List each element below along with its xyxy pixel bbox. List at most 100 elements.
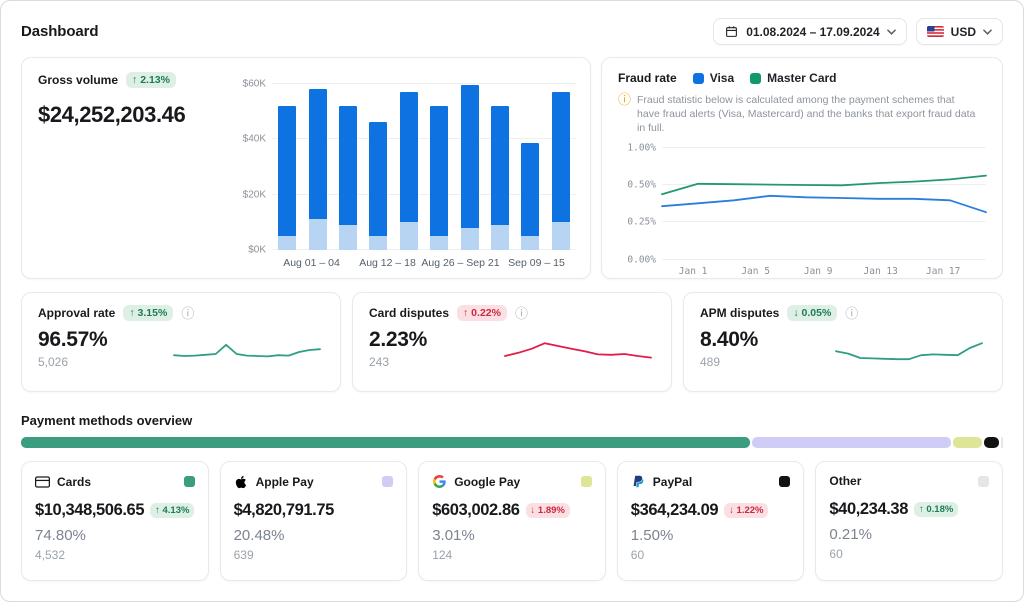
fraud-rate-chart: 0.00%0.25%0.50%1.00% Jan 1Jan 5Jan 9Jan … bbox=[662, 148, 986, 282]
paypal-method-card: PayPal $364,234.09 ↓ 1.22% 1.50% 60 bbox=[617, 461, 805, 581]
fraud-rate-label: Fraud rate bbox=[618, 71, 677, 85]
google-pay-method-card: Google Pay $603,002.86 ↓ 1.89% 3.01% 124 bbox=[418, 461, 606, 581]
bar bbox=[369, 122, 387, 250]
fraud-rate-lines bbox=[662, 148, 986, 260]
x-axis-tick: Aug 12 – 18 bbox=[359, 257, 416, 269]
paypal-icon bbox=[631, 474, 646, 489]
method-value: $40,234.38 bbox=[829, 500, 908, 519]
cards-method-card: Cards $10,348,506.65 ↑ 4.13% 74.80% 4,53… bbox=[21, 461, 209, 581]
metrics-row: Approval rate ↑ 3.15% ⓘ 96.57% 5,026 Car… bbox=[1, 292, 1023, 392]
apm-disputes-delta-badge: ↓ 0.05% bbox=[787, 305, 837, 321]
method-value: $364,234.09 bbox=[631, 501, 718, 520]
bar-segment-main bbox=[369, 122, 387, 236]
currency-selector[interactable]: USD bbox=[916, 18, 1003, 45]
progress-segment-apple-pay bbox=[752, 437, 951, 448]
bar-segment-base bbox=[552, 222, 570, 250]
bar-segment-base bbox=[278, 236, 296, 250]
bar bbox=[521, 143, 539, 250]
sparkline-path bbox=[836, 343, 982, 359]
approval-rate-card: Approval rate ↑ 3.15% ⓘ 96.57% 5,026 bbox=[21, 292, 341, 392]
payment-methods-heading: Payment methods overview bbox=[21, 413, 1003, 428]
x-axis-tick: Jan 13 bbox=[864, 266, 898, 277]
method-delta-badge: ↑ 4.13% bbox=[150, 503, 194, 518]
chevron-down-icon bbox=[887, 29, 896, 35]
visa-legend-swatch bbox=[693, 73, 704, 84]
date-range-picker[interactable]: 01.08.2024 – 17.09.2024 bbox=[713, 18, 906, 45]
method-delta-badge: ↓ 1.89% bbox=[526, 503, 570, 518]
y-axis-tick: 0.50% bbox=[627, 179, 656, 190]
bar-segment-main bbox=[430, 106, 448, 236]
bar-segment-main bbox=[339, 106, 357, 225]
info-icon[interactable]: ⓘ bbox=[181, 307, 194, 320]
bar bbox=[430, 106, 448, 250]
gross-volume-card: Gross volume ↑ 2.13% $24,252,203.46 $0K$… bbox=[21, 57, 591, 279]
method-name: Apple Pay bbox=[256, 475, 314, 489]
method-name: Other bbox=[829, 474, 861, 488]
card-disputes-sparkline bbox=[503, 329, 653, 375]
other-method-card: Other $40,234.38 ↑ 0.18% 0.21% 60 bbox=[815, 461, 1003, 581]
method-count: 60 bbox=[829, 547, 989, 561]
legend-visa: Visa bbox=[693, 71, 734, 85]
credit-card-icon bbox=[35, 474, 50, 489]
gross-volume-plot: $0K$20K$40K$60K bbox=[272, 78, 576, 250]
method-color-swatch bbox=[382, 476, 393, 487]
y-axis-tick: $60K bbox=[243, 78, 266, 89]
mastercard-legend-swatch bbox=[750, 73, 761, 84]
x-axis-tick: Jan 5 bbox=[741, 266, 770, 277]
legend-mastercard: Master Card bbox=[750, 71, 836, 85]
gross-volume-chart: $0K$20K$40K$60K Aug 01 – 04Aug 12 – 18Au… bbox=[234, 72, 576, 268]
method-color-swatch bbox=[184, 476, 195, 487]
gross-volume-label: Gross volume bbox=[38, 73, 118, 87]
line-series-visa bbox=[662, 195, 986, 211]
method-value: $10,348,506.65 bbox=[35, 501, 144, 520]
dashboard-window: Dashboard 01.08.2024 – 17.09.2024 USD bbox=[0, 0, 1024, 602]
method-count: 4,532 bbox=[35, 548, 195, 562]
bar bbox=[552, 92, 570, 250]
bar-segment-main bbox=[461, 85, 479, 228]
x-axis-tick: Sep 09 – 15 bbox=[508, 257, 565, 269]
calendar-icon bbox=[724, 24, 739, 39]
header: Dashboard 01.08.2024 – 17.09.2024 USD bbox=[1, 1, 1023, 57]
gridline bbox=[272, 83, 576, 84]
approval-rate-delta-badge: ↑ 3.15% bbox=[123, 305, 173, 321]
bar-segment-main bbox=[400, 92, 418, 222]
bar-segment-main bbox=[309, 89, 327, 219]
method-share: 3.01% bbox=[432, 527, 592, 544]
gross-volume-delta-badge: ↑ 2.13% bbox=[126, 72, 176, 88]
method-count: 124 bbox=[432, 548, 592, 562]
card-disputes-delta-badge: ↑ 0.22% bbox=[457, 305, 507, 321]
apm-disputes-card: APM disputes ↓ 0.05% ⓘ 8.40% 489 bbox=[683, 292, 1003, 392]
bar-segment-base bbox=[400, 222, 418, 250]
page-title: Dashboard bbox=[21, 23, 98, 40]
apm-disputes-sparkline bbox=[834, 329, 984, 375]
y-axis-tick: $0K bbox=[248, 245, 266, 256]
fraud-rate-plot: 0.00%0.25%0.50%1.00% bbox=[662, 148, 986, 260]
payment-methods-distribution-bar bbox=[21, 437, 1003, 448]
method-value: $603,002.86 bbox=[432, 501, 519, 520]
info-icon[interactable]: ⓘ bbox=[845, 307, 858, 320]
method-value: $4,820,791.75 bbox=[234, 501, 334, 520]
progress-segment-cards bbox=[21, 437, 750, 448]
top-charts-row: Gross volume ↑ 2.13% $24,252,203.46 $0K$… bbox=[1, 57, 1023, 279]
info-icon[interactable]: ⓘ bbox=[515, 307, 528, 320]
x-axis-tick: Jan 1 bbox=[679, 266, 708, 277]
fraud-rate-x-axis: Jan 1Jan 5Jan 9Jan 13Jan 17 bbox=[662, 266, 986, 282]
bar-segment-main bbox=[552, 92, 570, 222]
method-color-swatch bbox=[779, 476, 790, 487]
method-share: 74.80% bbox=[35, 527, 195, 544]
method-share: 20.48% bbox=[234, 527, 394, 544]
x-axis-tick: Aug 26 – Sep 21 bbox=[421, 257, 499, 269]
bar-segment-base bbox=[461, 228, 479, 250]
method-name: Cards bbox=[57, 475, 91, 489]
bar-segment-base bbox=[309, 219, 327, 250]
y-axis-tick: $20K bbox=[243, 189, 266, 200]
bar bbox=[491, 106, 509, 250]
gross-volume-x-axis: Aug 01 – 04Aug 12 – 18Aug 26 – Sep 21Sep… bbox=[272, 257, 576, 275]
bar-segment-base bbox=[339, 225, 357, 250]
method-delta-badge: ↓ 1.22% bbox=[724, 503, 768, 518]
line-series-master-card bbox=[662, 175, 986, 194]
bar-segment-base bbox=[491, 225, 509, 250]
bar-segment-main bbox=[521, 143, 539, 236]
header-controls: 01.08.2024 – 17.09.2024 USD bbox=[713, 18, 1003, 45]
gross-volume-value: $24,252,203.46 bbox=[38, 102, 234, 128]
